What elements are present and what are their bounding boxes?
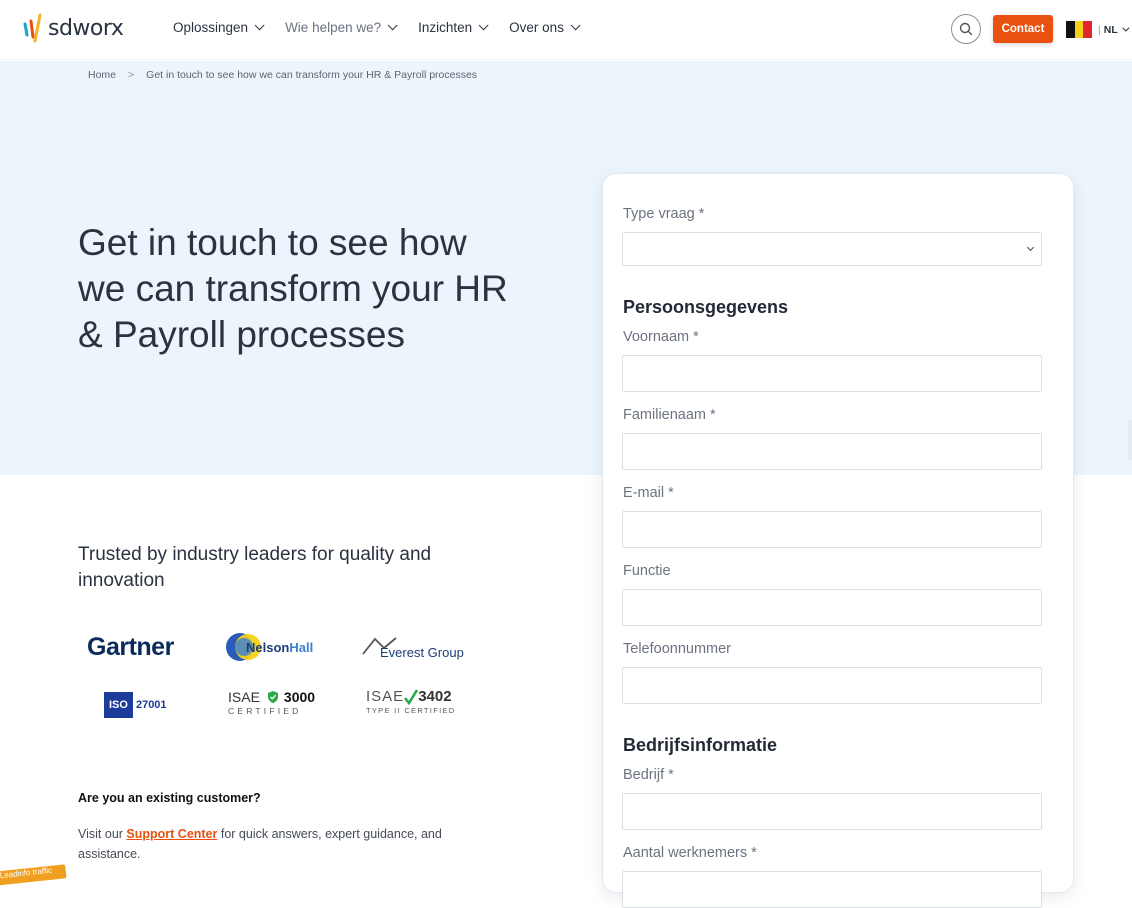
isae-3000-number: 3000 bbox=[283, 689, 316, 705]
trusted-heading: Trusted by industry leaders for quality … bbox=[78, 544, 432, 591]
language-separator: | bbox=[1098, 23, 1101, 36]
search-button[interactable] bbox=[951, 14, 981, 44]
familienaam-label: Familienaam * bbox=[623, 407, 716, 423]
aantal-werknemers-label: Aantal werknemers * bbox=[623, 845, 757, 861]
nav-label: Wie helpen we? bbox=[285, 20, 382, 35]
aantal-werknemers-field[interactable] bbox=[622, 871, 1042, 908]
shield-check-icon bbox=[267, 691, 278, 703]
nav-item-wie-helpen-we[interactable]: Wie helpen we? bbox=[285, 20, 398, 35]
existing-customer-heading: Are you an existing customer? bbox=[78, 791, 261, 805]
email-label: E-mail * bbox=[623, 485, 674, 501]
iso-badge-icon: ISO bbox=[104, 692, 133, 718]
section-persoonsgegevens: Persoonsgegevens bbox=[623, 297, 789, 317]
breadcrumb-home[interactable]: Home bbox=[88, 69, 116, 81]
support-center-link[interactable]: Support Center bbox=[126, 827, 217, 841]
isae-3402-row: ISAE 3402 bbox=[366, 688, 452, 705]
nav-item-oplossingen[interactable]: Oplossingen bbox=[173, 20, 265, 35]
bedrijf-field[interactable] bbox=[622, 793, 1042, 830]
side-tab[interactable] bbox=[1128, 420, 1132, 460]
familienaam-field[interactable] bbox=[622, 433, 1042, 470]
logo-text: sdworx bbox=[48, 15, 124, 41]
bedrijf-label: Bedrijf * bbox=[623, 767, 674, 783]
nav-item-inzichten[interactable]: Inzichten bbox=[418, 20, 489, 35]
main-nav: Oplossingen Wie helpen we? Inzichten Ove… bbox=[173, 20, 601, 35]
telefoonnummer-field[interactable] bbox=[622, 667, 1042, 704]
sdworx-logo[interactable]: sdworx bbox=[22, 13, 124, 43]
section-bedrijfsinformatie: Bedrijfsinformatie bbox=[623, 735, 778, 755]
nav-label: Over ons bbox=[509, 20, 564, 35]
isae-3000-name: ISAE bbox=[228, 689, 260, 705]
iso-number: 27001 bbox=[135, 699, 167, 711]
email-field[interactable] bbox=[622, 511, 1042, 548]
iso-27001-logo: ISO 27001 bbox=[104, 692, 167, 718]
functie-label: Functie bbox=[623, 563, 671, 579]
language-selector[interactable]: | NL bbox=[1066, 21, 1130, 38]
support-paragraph: Visit our Support Center for quick answe… bbox=[78, 824, 478, 864]
language-code: NL bbox=[1103, 23, 1118, 36]
nelsonhall-text: NelsonHall bbox=[246, 640, 313, 655]
checkmark-icon bbox=[404, 688, 419, 705]
nav-label: Inzichten bbox=[418, 20, 473, 35]
visit-prefix: Visit our bbox=[78, 827, 127, 841]
everest-group-logo: Everest Group bbox=[362, 631, 464, 660]
voornaam-field[interactable] bbox=[622, 355, 1042, 392]
breadcrumb-separator: > bbox=[128, 69, 135, 81]
contact-button[interactable]: Contact bbox=[993, 15, 1053, 43]
everest-text: Everest Group bbox=[380, 645, 464, 660]
contact-form: Type vraag * Persoonsgegevens Voornaam *… bbox=[602, 173, 1074, 908]
nelsonhall-logo: NelsonHall bbox=[226, 630, 313, 664]
corner-tag[interactable]: Leadinfo traffic bbox=[0, 864, 67, 886]
nav-item-over-ons[interactable]: Over ons bbox=[509, 20, 581, 35]
type-vraag-select[interactable] bbox=[622, 232, 1042, 266]
breadcrumb-current: Get in touch to see how we can transform… bbox=[146, 69, 478, 81]
isae-3402-number: 3402 bbox=[418, 688, 452, 705]
telefoonnummer-label: Telefoonnummer bbox=[623, 641, 731, 657]
chevron-down-icon bbox=[1122, 24, 1130, 32]
nelsonhall-text-hall: Hall bbox=[289, 639, 314, 655]
chevron-down-icon bbox=[387, 20, 398, 31]
gartner-logo: Gartner bbox=[87, 633, 174, 662]
functie-field[interactable] bbox=[622, 589, 1042, 626]
type-vraag-label: Type vraag * bbox=[623, 206, 705, 222]
gartner-text: Gartner bbox=[87, 633, 174, 661]
page-title: Get in touch to see how we can transform… bbox=[78, 222, 508, 355]
nav-label: Oplossingen bbox=[173, 20, 249, 35]
belgium-flag-icon bbox=[1066, 21, 1093, 38]
search-icon bbox=[959, 22, 973, 36]
chevron-down-icon bbox=[478, 20, 489, 31]
isae-3402-name: ISAE bbox=[366, 688, 405, 705]
voornaam-label: Voornaam * bbox=[623, 329, 699, 345]
isae-3000-logo: ISAE 3000 CERTIFIED bbox=[228, 689, 315, 716]
isae-3000-certified: CERTIFIED bbox=[228, 706, 302, 716]
chevron-down-icon bbox=[1026, 243, 1035, 252]
site-header: sdworx Oplossingen Wie helpen we? Inzich… bbox=[0, 0, 1132, 60]
isae-3402-certified: TYPE II CERTIFIED bbox=[366, 706, 456, 715]
isae-3402-logo: ISAE 3402 TYPE II CERTIFIED bbox=[366, 688, 455, 715]
chevron-down-icon bbox=[570, 20, 581, 31]
sdworx-logo-mark-icon bbox=[23, 13, 42, 43]
isae-3000-row: ISAE 3000 bbox=[228, 689, 315, 705]
nelsonhall-text-nelson: Nelson bbox=[246, 639, 290, 655]
breadcrumb: Home > Get in touch to see how we can tr… bbox=[88, 69, 477, 81]
chevron-down-icon bbox=[254, 20, 265, 31]
